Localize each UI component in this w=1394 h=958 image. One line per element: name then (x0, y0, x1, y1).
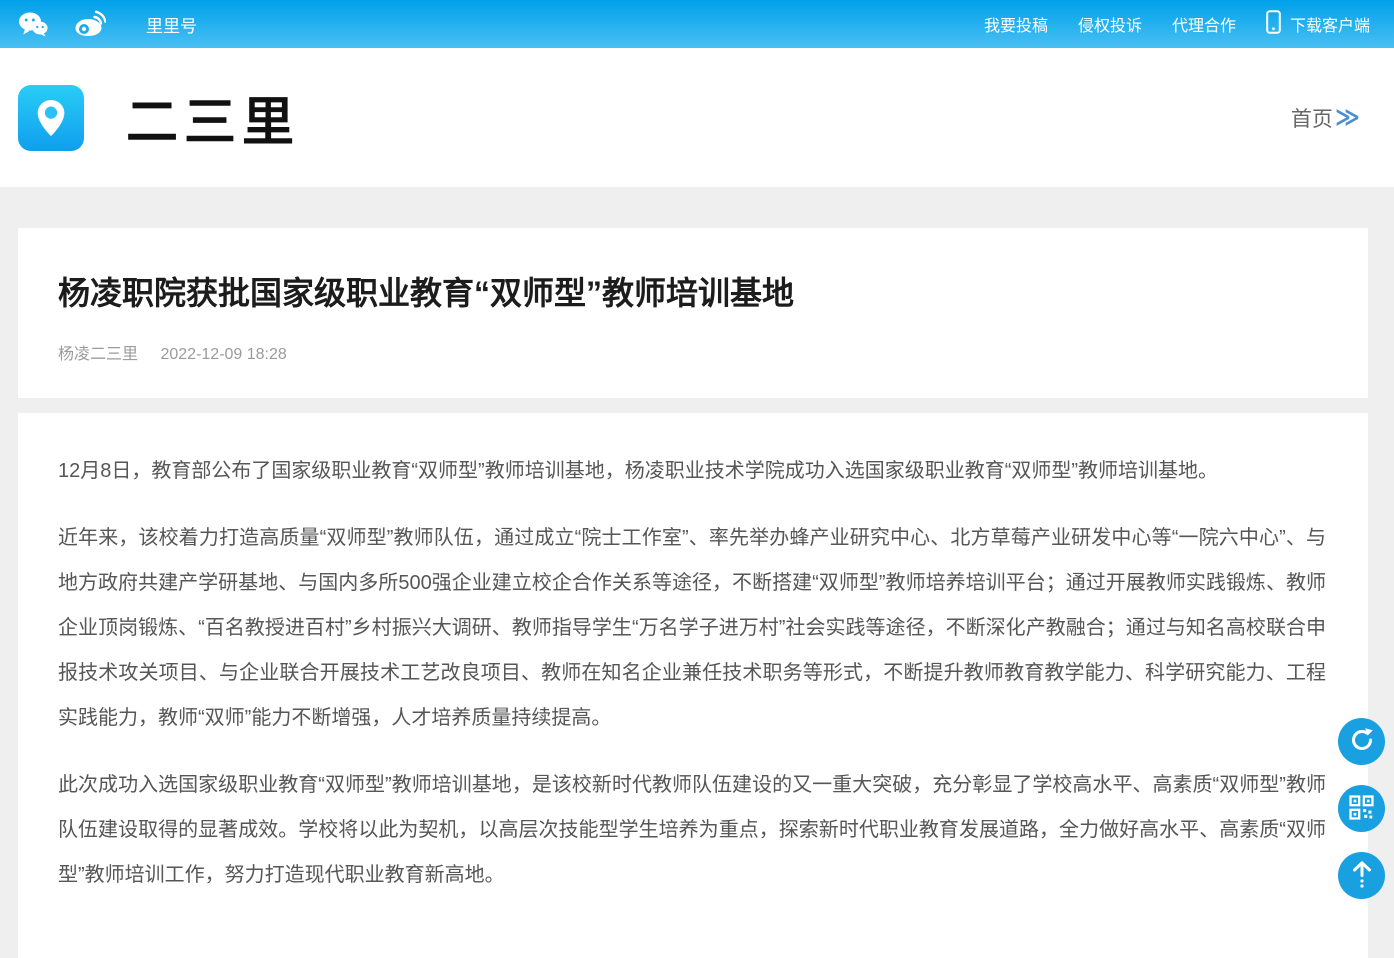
phone-icon (1266, 10, 1281, 39)
topbar-brand-link[interactable]: 里里号 (146, 12, 197, 37)
topbar-link-download-app[interactable]: 下载客户端 (1266, 10, 1370, 39)
article-date: 2022-12-09 18:28 (160, 346, 286, 363)
article-meta: 杨凌二三里 2022-12-09 18:28 (58, 340, 1328, 364)
site-logo[interactable]: 二三里 (18, 80, 300, 155)
topbar: 里里号 我要投稿 侵权投诉 代理合作 下载客户端 (0, 0, 1394, 48)
article-title: 杨凌职院获批国家级职业教育“双师型”教师培训基地 (58, 274, 1328, 312)
article-paragraph: 此次成功入选国家级职业教育“双师型”教师培训基地，是该校新时代教师队伍建设的又一… (58, 763, 1326, 898)
location-pin-icon (18, 85, 84, 151)
article-paragraph: 近年来，该校着力打造高质量“双师型”教师队伍，通过成立“院士工作室”、率先举办蜂… (58, 516, 1326, 741)
refresh-icon (1349, 727, 1375, 756)
floating-toolbar (1338, 718, 1385, 899)
topbar-link-report[interactable]: 侵权投诉 (1078, 12, 1142, 36)
topbar-left: 里里号 (18, 10, 197, 38)
refresh-button[interactable] (1338, 718, 1385, 765)
qrcode-button[interactable] (1338, 785, 1385, 832)
article-paragraph: 12月8日，教育部公布了国家级职业教育“双师型”教师培训基地，杨凌职业技术学院成… (58, 449, 1326, 494)
article-body-card: 12月8日，教育部公布了国家级职业教育“双师型”教师培训基地，杨凌职业技术学院成… (18, 413, 1368, 958)
wechat-icon[interactable] (18, 11, 48, 37)
home-link-label: 首页 (1291, 103, 1333, 133)
download-app-label: 下载客户端 (1290, 12, 1370, 36)
topbar-link-cooperate[interactable]: 代理合作 (1172, 12, 1236, 36)
weibo-icon[interactable] (74, 10, 106, 38)
double-chevron-right-icon: ≫ (1335, 103, 1360, 132)
back-to-top-button[interactable] (1338, 852, 1385, 899)
topbar-link-submit[interactable]: 我要投稿 (984, 12, 1048, 36)
arrow-up-icon (1350, 860, 1374, 891)
qrcode-icon (1349, 795, 1374, 823)
topbar-right: 我要投稿 侵权投诉 代理合作 下载客户端 (984, 10, 1370, 39)
main-content: 杨凌职院获批国家级职业教育“双师型”教师培训基地 杨凌二三里 2022-12-0… (0, 187, 1394, 958)
site-header: 二三里 首页 ≫ (0, 48, 1394, 187)
article-author: 杨凌二三里 (58, 346, 138, 363)
home-link[interactable]: 首页 ≫ (1291, 103, 1360, 133)
article-header-card: 杨凌职院获批国家级职业教育“双师型”教师培训基地 杨凌二三里 2022-12-0… (18, 228, 1368, 398)
logo-text: 二三里 (126, 80, 300, 155)
